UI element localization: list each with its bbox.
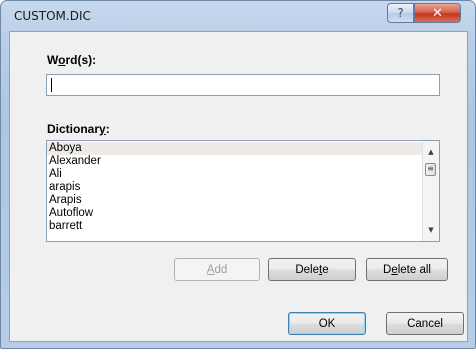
list-item[interactable]: Arapis <box>47 194 422 207</box>
words-input[interactable] <box>46 74 440 96</box>
close-button[interactable]: ✕ <box>414 3 461 23</box>
delete-button[interactable]: Dele t e <box>268 258 356 281</box>
dictionary-list[interactable]: Aboya Alexander Ali arapis Arapis Autofl… <box>46 140 440 242</box>
close-icon: ✕ <box>432 5 443 21</box>
list-item[interactable]: Ali <box>47 168 422 181</box>
scroll-down-arrow-icon[interactable]: ▼ <box>423 223 439 237</box>
list-item[interactable]: Aboya <box>47 142 422 155</box>
window-title: CUSTOM.DIC <box>14 9 91 23</box>
add-button[interactable]: Add <box>174 258 260 281</box>
delete-all-button[interactable]: De lete all <box>366 258 448 281</box>
cancel-button[interactable]: Cancel <box>386 312 464 335</box>
dictionary-label: Dictionary: <box>47 122 110 136</box>
list-item[interactable]: Alexander <box>47 155 422 168</box>
help-button[interactable]: ? <box>387 3 414 23</box>
scroll-up-arrow-icon[interactable]: ▲ <box>423 145 439 159</box>
ok-button[interactable]: OK <box>288 312 366 335</box>
text-caret <box>51 78 52 92</box>
words-label: Word(s): <box>47 53 97 67</box>
dialog-body: Word(s): Dictionary: Aboya Alexander Ali… <box>9 31 468 342</box>
list-item[interactable]: barrett <box>47 220 422 233</box>
list-scrollbar[interactable]: ▲ ≡ ▼ <box>422 141 439 241</box>
list-item[interactable]: Autoflow <box>47 207 422 220</box>
scroll-thumb[interactable]: ≡ <box>425 163 436 176</box>
help-icon: ? <box>397 6 404 20</box>
custom-dic-dialog: CUSTOM.DIC ? ✕ Word(s): Dictionary: Aboy… <box>0 0 476 349</box>
list-item[interactable]: arapis <box>47 181 422 194</box>
